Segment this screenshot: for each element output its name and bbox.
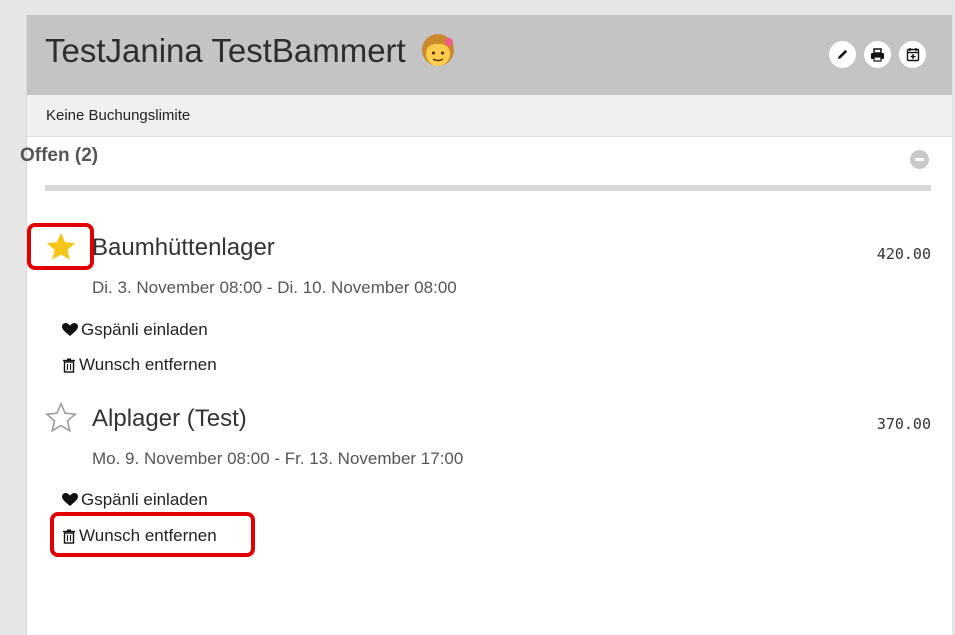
remove-label: Wunsch entfernen xyxy=(79,355,217,374)
booking-limit-text: Keine Buchungslimite xyxy=(27,95,952,137)
girl-emoji-icon xyxy=(418,31,458,71)
header-actions xyxy=(829,41,926,68)
heart-icon xyxy=(62,493,78,506)
highlight-favorite-star xyxy=(27,223,94,270)
invite-label: Gspänli einladen xyxy=(81,320,208,339)
pencil-icon[interactable] xyxy=(829,41,856,68)
person-name: TestJanina TestBammert xyxy=(45,32,406,69)
star-outline-icon[interactable] xyxy=(44,401,80,437)
item-dates: Mo. 9. November 08:00 - Fr. 13. November… xyxy=(92,449,464,468)
item-title: Baumhüttenlager xyxy=(92,234,275,261)
calendar-plus-icon[interactable] xyxy=(899,41,926,68)
heart-icon xyxy=(62,323,78,336)
item-title: Alplager (Test) xyxy=(92,405,247,432)
person-title: TestJanina TestBammert xyxy=(45,31,458,71)
section-divider xyxy=(45,185,931,191)
trash-icon xyxy=(63,358,75,373)
section-title-open: Offen (2) xyxy=(20,145,99,166)
printer-icon[interactable] xyxy=(864,41,891,68)
item-dates: Di. 3. November 08:00 - Di. 10. November… xyxy=(92,278,457,297)
remove-wish-link[interactable]: Wunsch entfernen xyxy=(62,355,217,375)
item-price: 370.00 xyxy=(876,415,931,433)
invite-friend-link[interactable]: Gspänli einladen xyxy=(62,320,208,340)
invite-label: Gspänli einladen xyxy=(81,490,208,509)
minus-circle-icon[interactable] xyxy=(910,150,929,169)
panel-header: TestJanina TestBammert xyxy=(27,15,952,95)
highlight-remove-wish xyxy=(50,512,255,557)
invite-friend-link[interactable]: Gspänli einladen xyxy=(62,490,208,510)
item-price: 420.00 xyxy=(876,245,931,263)
